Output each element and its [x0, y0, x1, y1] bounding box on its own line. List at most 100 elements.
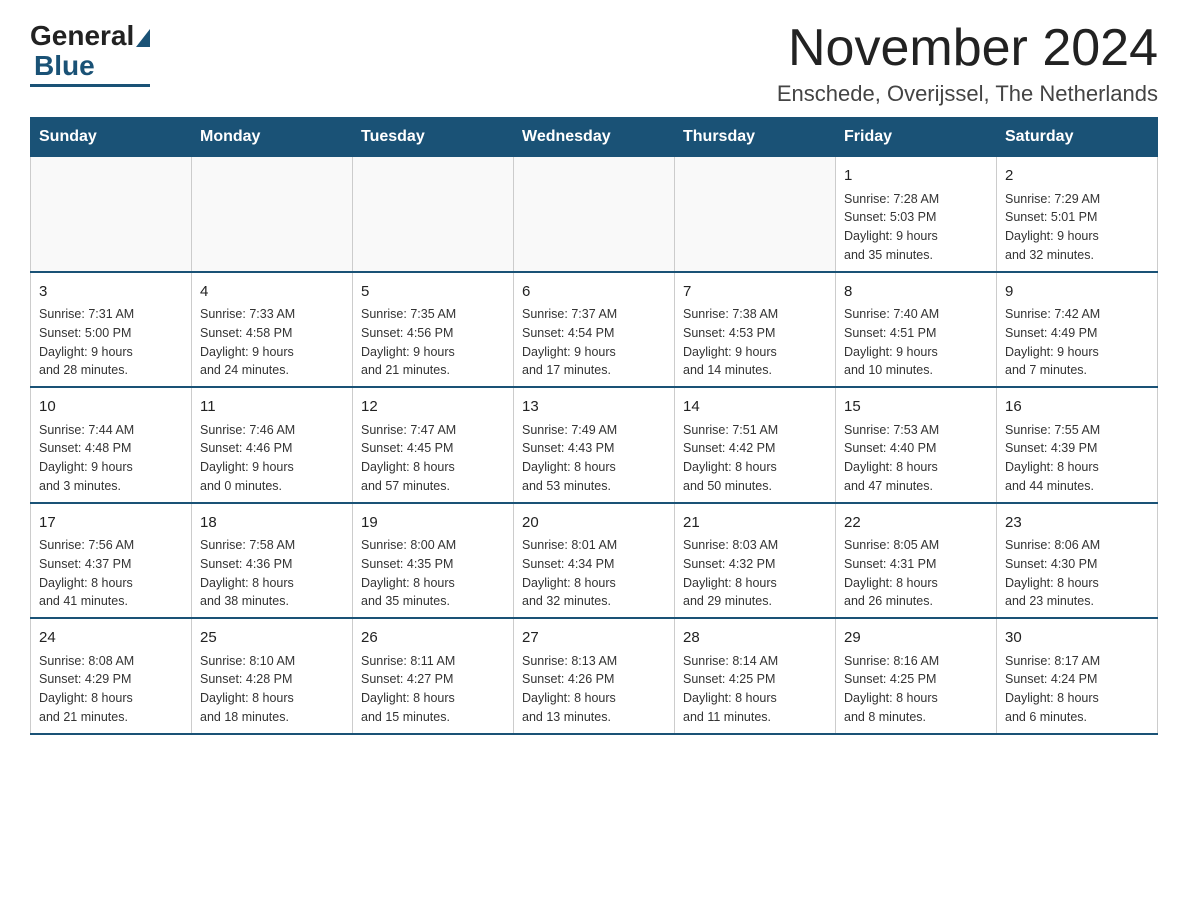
day-number: 16 — [1005, 396, 1149, 419]
day-number: 25 — [200, 627, 344, 650]
header: General Blue November 2024 Enschede, Ove… — [30, 20, 1158, 107]
logo-underline — [30, 84, 150, 87]
day-number: 22 — [844, 512, 988, 535]
calendar-table: SundayMondayTuesdayWednesdayThursdayFrid… — [30, 117, 1158, 735]
day-info: Sunrise: 7:35 AMSunset: 4:56 PMDaylight:… — [361, 305, 505, 380]
weekday-header-thursday: Thursday — [675, 118, 836, 157]
calendar-cell: 20Sunrise: 8:01 AMSunset: 4:34 PMDayligh… — [514, 503, 675, 619]
calendar-cell: 17Sunrise: 7:56 AMSunset: 4:37 PMDayligh… — [31, 503, 192, 619]
day-number: 29 — [844, 627, 988, 650]
week-row-4: 17Sunrise: 7:56 AMSunset: 4:37 PMDayligh… — [31, 503, 1158, 619]
month-title: November 2024 — [777, 20, 1158, 77]
calendar-cell: 27Sunrise: 8:13 AMSunset: 4:26 PMDayligh… — [514, 618, 675, 734]
day-info: Sunrise: 8:16 AMSunset: 4:25 PMDaylight:… — [844, 652, 988, 727]
day-info: Sunrise: 7:44 AMSunset: 4:48 PMDaylight:… — [39, 421, 183, 496]
day-number: 8 — [844, 281, 988, 304]
day-number: 10 — [39, 396, 183, 419]
day-info: Sunrise: 8:13 AMSunset: 4:26 PMDaylight:… — [522, 652, 666, 727]
logo-blue-text: Blue — [34, 50, 95, 82]
logo-triangle-icon — [136, 29, 150, 47]
day-number: 27 — [522, 627, 666, 650]
calendar-cell: 18Sunrise: 7:58 AMSunset: 4:36 PMDayligh… — [192, 503, 353, 619]
calendar-cell — [675, 157, 836, 272]
calendar-cell: 26Sunrise: 8:11 AMSunset: 4:27 PMDayligh… — [353, 618, 514, 734]
calendar-cell — [31, 157, 192, 272]
day-number: 9 — [1005, 281, 1149, 304]
title-section: November 2024 Enschede, Overijssel, The … — [777, 20, 1158, 107]
calendar-cell: 9Sunrise: 7:42 AMSunset: 4:49 PMDaylight… — [997, 272, 1158, 388]
day-info: Sunrise: 8:05 AMSunset: 4:31 PMDaylight:… — [844, 536, 988, 611]
day-info: Sunrise: 7:51 AMSunset: 4:42 PMDaylight:… — [683, 421, 827, 496]
calendar-cell: 24Sunrise: 8:08 AMSunset: 4:29 PMDayligh… — [31, 618, 192, 734]
day-number: 6 — [522, 281, 666, 304]
day-info: Sunrise: 8:06 AMSunset: 4:30 PMDaylight:… — [1005, 536, 1149, 611]
day-number: 23 — [1005, 512, 1149, 535]
day-number: 12 — [361, 396, 505, 419]
calendar-cell: 7Sunrise: 7:38 AMSunset: 4:53 PMDaylight… — [675, 272, 836, 388]
calendar-cell — [514, 157, 675, 272]
day-info: Sunrise: 7:47 AMSunset: 4:45 PMDaylight:… — [361, 421, 505, 496]
week-row-2: 3Sunrise: 7:31 AMSunset: 5:00 PMDaylight… — [31, 272, 1158, 388]
day-number: 14 — [683, 396, 827, 419]
day-info: Sunrise: 7:31 AMSunset: 5:00 PMDaylight:… — [39, 305, 183, 380]
weekday-header-tuesday: Tuesday — [353, 118, 514, 157]
day-info: Sunrise: 7:38 AMSunset: 4:53 PMDaylight:… — [683, 305, 827, 380]
calendar-cell: 12Sunrise: 7:47 AMSunset: 4:45 PMDayligh… — [353, 387, 514, 503]
day-info: Sunrise: 7:53 AMSunset: 4:40 PMDaylight:… — [844, 421, 988, 496]
day-number: 19 — [361, 512, 505, 535]
day-info: Sunrise: 7:28 AMSunset: 5:03 PMDaylight:… — [844, 190, 988, 265]
calendar-cell: 25Sunrise: 8:10 AMSunset: 4:28 PMDayligh… — [192, 618, 353, 734]
day-number: 15 — [844, 396, 988, 419]
day-info: Sunrise: 7:58 AMSunset: 4:36 PMDaylight:… — [200, 536, 344, 611]
calendar-cell: 22Sunrise: 8:05 AMSunset: 4:31 PMDayligh… — [836, 503, 997, 619]
day-number: 11 — [200, 396, 344, 419]
day-info: Sunrise: 7:29 AMSunset: 5:01 PMDaylight:… — [1005, 190, 1149, 265]
calendar-cell: 28Sunrise: 8:14 AMSunset: 4:25 PMDayligh… — [675, 618, 836, 734]
day-info: Sunrise: 7:42 AMSunset: 4:49 PMDaylight:… — [1005, 305, 1149, 380]
day-number: 28 — [683, 627, 827, 650]
day-info: Sunrise: 7:37 AMSunset: 4:54 PMDaylight:… — [522, 305, 666, 380]
logo: General Blue — [30, 20, 150, 87]
calendar-cell: 1Sunrise: 7:28 AMSunset: 5:03 PMDaylight… — [836, 157, 997, 272]
day-info: Sunrise: 8:08 AMSunset: 4:29 PMDaylight:… — [39, 652, 183, 727]
day-number: 4 — [200, 281, 344, 304]
day-number: 13 — [522, 396, 666, 419]
calendar-cell: 5Sunrise: 7:35 AMSunset: 4:56 PMDaylight… — [353, 272, 514, 388]
calendar-cell — [353, 157, 514, 272]
day-number: 3 — [39, 281, 183, 304]
day-info: Sunrise: 7:56 AMSunset: 4:37 PMDaylight:… — [39, 536, 183, 611]
calendar-cell: 2Sunrise: 7:29 AMSunset: 5:01 PMDaylight… — [997, 157, 1158, 272]
calendar-cell: 29Sunrise: 8:16 AMSunset: 4:25 PMDayligh… — [836, 618, 997, 734]
day-number: 2 — [1005, 165, 1149, 188]
day-info: Sunrise: 8:17 AMSunset: 4:24 PMDaylight:… — [1005, 652, 1149, 727]
calendar-cell: 10Sunrise: 7:44 AMSunset: 4:48 PMDayligh… — [31, 387, 192, 503]
day-number: 7 — [683, 281, 827, 304]
weekday-header-sunday: Sunday — [31, 118, 192, 157]
calendar-cell: 21Sunrise: 8:03 AMSunset: 4:32 PMDayligh… — [675, 503, 836, 619]
day-number: 30 — [1005, 627, 1149, 650]
day-number: 20 — [522, 512, 666, 535]
calendar-cell: 11Sunrise: 7:46 AMSunset: 4:46 PMDayligh… — [192, 387, 353, 503]
calendar-cell: 15Sunrise: 7:53 AMSunset: 4:40 PMDayligh… — [836, 387, 997, 503]
day-info: Sunrise: 8:14 AMSunset: 4:25 PMDaylight:… — [683, 652, 827, 727]
week-row-5: 24Sunrise: 8:08 AMSunset: 4:29 PMDayligh… — [31, 618, 1158, 734]
week-row-3: 10Sunrise: 7:44 AMSunset: 4:48 PMDayligh… — [31, 387, 1158, 503]
weekday-header-wednesday: Wednesday — [514, 118, 675, 157]
day-info: Sunrise: 7:49 AMSunset: 4:43 PMDaylight:… — [522, 421, 666, 496]
week-row-1: 1Sunrise: 7:28 AMSunset: 5:03 PMDaylight… — [31, 157, 1158, 272]
weekday-header-friday: Friday — [836, 118, 997, 157]
calendar-cell: 14Sunrise: 7:51 AMSunset: 4:42 PMDayligh… — [675, 387, 836, 503]
calendar-cell: 8Sunrise: 7:40 AMSunset: 4:51 PMDaylight… — [836, 272, 997, 388]
day-number: 5 — [361, 281, 505, 304]
day-info: Sunrise: 8:11 AMSunset: 4:27 PMDaylight:… — [361, 652, 505, 727]
day-info: Sunrise: 7:40 AMSunset: 4:51 PMDaylight:… — [844, 305, 988, 380]
day-info: Sunrise: 8:03 AMSunset: 4:32 PMDaylight:… — [683, 536, 827, 611]
day-number: 18 — [200, 512, 344, 535]
calendar-cell — [192, 157, 353, 272]
calendar-cell: 23Sunrise: 8:06 AMSunset: 4:30 PMDayligh… — [997, 503, 1158, 619]
day-info: Sunrise: 8:10 AMSunset: 4:28 PMDaylight:… — [200, 652, 344, 727]
location-subtitle: Enschede, Overijssel, The Netherlands — [777, 81, 1158, 107]
calendar-cell: 16Sunrise: 7:55 AMSunset: 4:39 PMDayligh… — [997, 387, 1158, 503]
calendar-cell: 6Sunrise: 7:37 AMSunset: 4:54 PMDaylight… — [514, 272, 675, 388]
calendar-cell: 3Sunrise: 7:31 AMSunset: 5:00 PMDaylight… — [31, 272, 192, 388]
